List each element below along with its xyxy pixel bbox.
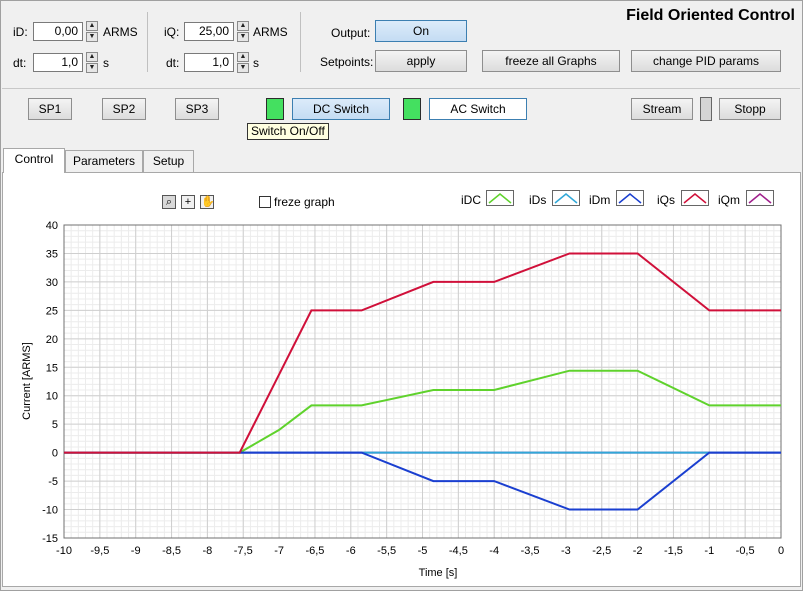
current-chart[interactable]: -10 -9,5 -9 -8,5 -8 -7,5 -7 -6,5 -6 -5,5 -5 -4,5 -4-… xyxy=(0,0,803,591)
y-tick-label: 25 xyxy=(46,305,58,317)
y-tick-label: 30 xyxy=(46,277,58,289)
tab-control[interactable]: Control xyxy=(3,148,65,173)
x-tick-label: -1,5 xyxy=(664,545,683,557)
x-tick-label: -10 xyxy=(56,545,72,557)
y-tick-label: 10 xyxy=(46,391,58,403)
x-tick-label: -2 xyxy=(633,545,643,557)
x-tick-label: -8 xyxy=(203,545,213,557)
y-tick-label: -5 xyxy=(48,476,58,488)
x-tick-label: -9,5 xyxy=(90,545,109,557)
x-tick-label: -4,5 xyxy=(449,545,468,557)
x-tick-label: -6 xyxy=(346,545,356,557)
x-tick-label: -7,5 xyxy=(234,545,253,557)
y-tick-label: -10 xyxy=(42,505,58,517)
y-tick-label: 35 xyxy=(46,248,58,260)
x-tick-label: -7 xyxy=(274,545,284,557)
y-tick-label: 40 xyxy=(46,220,58,232)
y-tick-label: 20 xyxy=(46,334,58,346)
x-tick-label: -3,5 xyxy=(521,545,540,557)
x-tick-label: 0 xyxy=(778,545,784,557)
x-axis-label: Time [s] xyxy=(419,567,458,579)
x-tick-label: -9 xyxy=(131,545,141,557)
x-tick-label: -4 xyxy=(489,545,499,557)
x-tick-label: -3 xyxy=(561,545,571,557)
y-tick-label: 5 xyxy=(52,419,58,431)
x-tick-label: -2,5 xyxy=(592,545,611,557)
x-tick-label: -1 xyxy=(704,545,714,557)
x-tick-label: -5,5 xyxy=(377,545,396,557)
x-tick-label: -5 xyxy=(418,545,428,557)
x-tick-label: -8,5 xyxy=(162,545,181,557)
y-tick-label: 0 xyxy=(52,448,58,460)
x-tick-label: -0,5 xyxy=(736,545,755,557)
y-tick-label: -15 xyxy=(42,533,58,545)
y-axis-label: Current [ARMS] xyxy=(21,342,33,420)
x-tick-label: -6,5 xyxy=(305,545,324,557)
y-tick-label: 15 xyxy=(46,362,58,374)
